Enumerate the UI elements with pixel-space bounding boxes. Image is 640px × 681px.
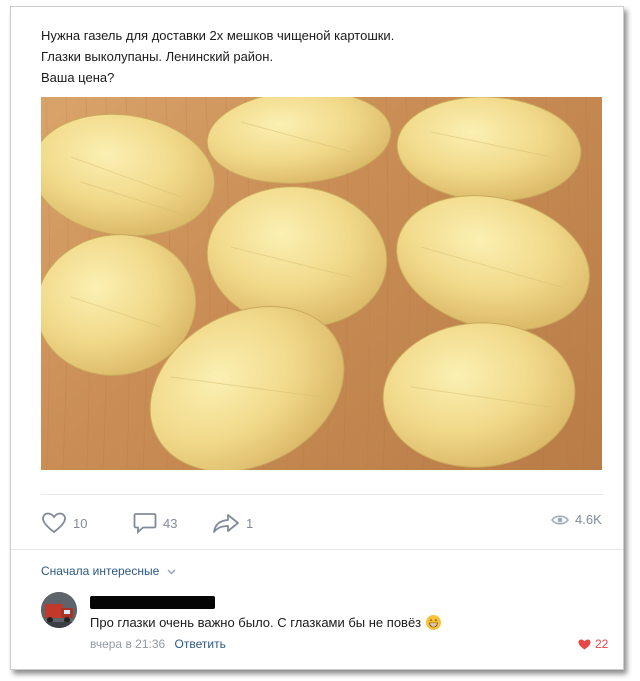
comment-time[interactable]: вчера в 21:36 [90,637,165,651]
heart-filled-icon [578,639,591,649]
post-text-line: Глазки выколупаны. Ленинский район. [41,49,274,64]
share-button[interactable]: 1 [212,512,253,534]
divider [41,494,603,495]
post-text-line: Ваша цена? [41,70,115,85]
avatar-image [41,592,77,628]
divider [11,549,623,550]
share-icon [213,514,239,533]
post-actions: 10 43 1 4.6K [41,512,603,540]
redacted-author-name [90,596,215,609]
like-button[interactable]: 10 [41,512,87,534]
post-text-line: Нужна газель для доставки 2х мешков чище… [41,28,395,43]
share-count: 1 [246,515,254,531]
eye-icon [551,515,569,524]
comment-count: 43 [163,515,178,531]
comment-sort-label: Сначала интересные [41,564,160,578]
heart-icon [42,512,66,534]
peeled-potatoes-image [41,97,602,470]
comment-icon [133,513,157,534]
views-counter: 4.6K [551,512,602,527]
comment-like-count: 22 [595,637,609,651]
comment-sort-dropdown[interactable]: Сначала интересные [41,564,176,578]
avatar[interactable] [41,592,77,628]
comment-body: Про глазки очень важно было. С глазками … [90,615,442,630]
post-card: Нужна газель для доставки 2х мешков чище… [10,6,624,670]
reply-button[interactable]: Ответить [175,637,226,651]
chevron-down-icon [167,569,176,575]
like-count: 10 [73,515,88,531]
comment-button[interactable]: 43 [133,512,177,534]
views-count: 4.6K [575,512,602,527]
post-photo[interactable] [41,97,602,470]
comment-like-button[interactable]: 22 [578,637,608,651]
grin-emoji-icon [426,615,442,630]
comment-text: Про глазки очень важно было. С глазками … [90,615,422,630]
post-text: Нужна газель для доставки 2х мешков чище… [41,25,601,88]
comment-meta: вчера в 21:36 Ответить [90,637,226,651]
